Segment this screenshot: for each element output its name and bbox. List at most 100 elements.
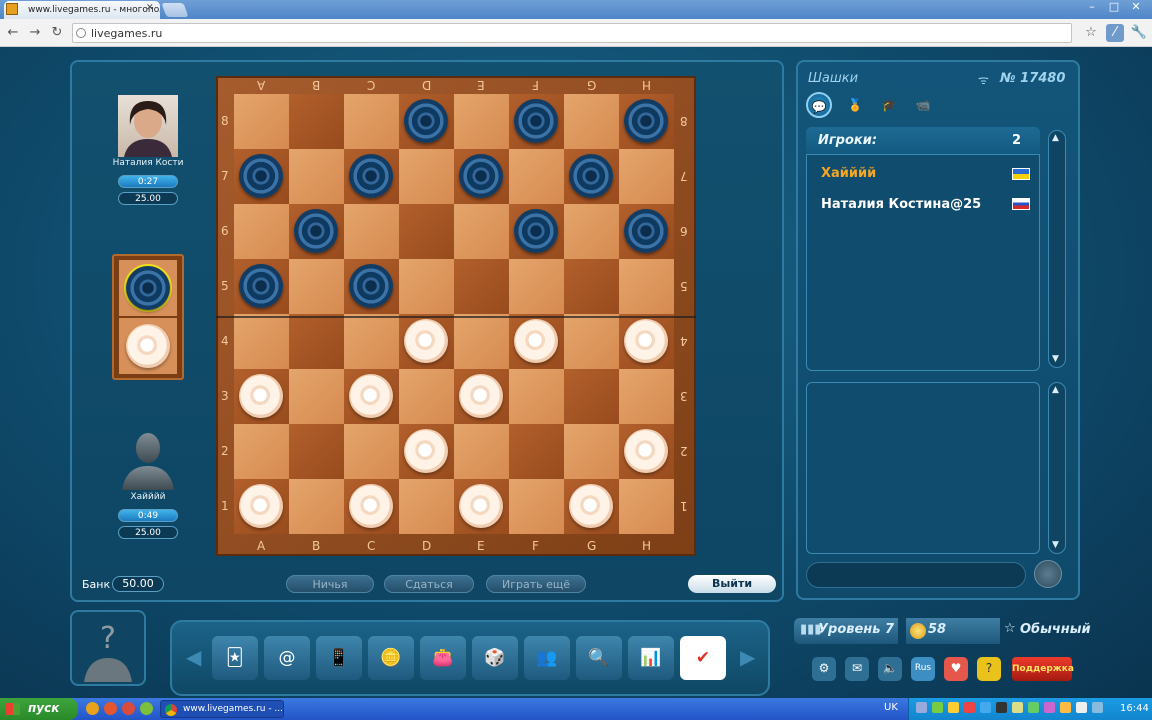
board-square-A4[interactable] bbox=[234, 314, 289, 369]
settings-icon[interactable]: ⚙ bbox=[812, 657, 836, 681]
board-square-G6[interactable] bbox=[564, 204, 619, 259]
board-square-C8[interactable] bbox=[344, 94, 399, 149]
my-avatar[interactable] bbox=[118, 428, 178, 490]
board-square-D3[interactable] bbox=[399, 369, 454, 424]
poker-icon[interactable]: 🃏 bbox=[212, 636, 258, 680]
board-square-B5[interactable] bbox=[289, 259, 344, 314]
language-button[interactable]: Rus bbox=[911, 657, 935, 681]
white-checker-H2[interactable] bbox=[624, 429, 668, 473]
white-checker-C1[interactable] bbox=[349, 484, 393, 528]
friends-icon[interactable]: 👥 bbox=[524, 636, 570, 680]
new-tab-button[interactable] bbox=[161, 3, 189, 17]
tray-icon-3[interactable] bbox=[948, 702, 959, 713]
quicklaunch-icon-3[interactable] bbox=[122, 702, 135, 715]
board-square-B4[interactable] bbox=[289, 314, 344, 369]
tray-icon-7[interactable] bbox=[1012, 702, 1023, 713]
reload-button[interactable]: ↻ bbox=[48, 24, 66, 42]
blue-checker-H8[interactable] bbox=[624, 99, 668, 143]
board-square-E2[interactable] bbox=[454, 424, 509, 479]
tray-icon-1[interactable] bbox=[916, 702, 927, 713]
address-bar[interactable]: livegames.ru bbox=[72, 23, 1072, 43]
board-square-E6[interactable] bbox=[454, 204, 509, 259]
board-square-H1[interactable] bbox=[619, 479, 674, 534]
blue-checker-C7[interactable] bbox=[349, 154, 393, 198]
heart-icon[interactable]: ♥ bbox=[944, 657, 968, 681]
board-square-B7[interactable] bbox=[289, 149, 344, 204]
extension-icon[interactable]: ⁄ bbox=[1106, 24, 1124, 42]
tab-close-icon[interactable]: ✕ bbox=[146, 3, 1147, 13]
sound-icon[interactable]: 🔈 bbox=[878, 657, 902, 681]
quicklaunch-icon-1[interactable] bbox=[86, 702, 99, 715]
dock-prev-icon[interactable]: ◀ bbox=[186, 645, 201, 669]
mail-icon[interactable]: ✉ bbox=[845, 657, 869, 681]
tray-icon-11[interactable] bbox=[1076, 702, 1087, 713]
board-square-C4[interactable] bbox=[344, 314, 399, 369]
taskbar-chrome-item[interactable]: www.livegames.ru - ... bbox=[160, 700, 284, 718]
chat-scrollbar[interactable] bbox=[1048, 382, 1066, 554]
blue-checker-A7[interactable] bbox=[239, 154, 283, 198]
board-square-F7[interactable] bbox=[509, 149, 564, 204]
white-checker-D2[interactable] bbox=[404, 429, 448, 473]
white-checker-H4[interactable] bbox=[624, 319, 668, 363]
board-square-G4[interactable] bbox=[564, 314, 619, 369]
board-square-H5[interactable] bbox=[619, 259, 674, 314]
blue-checker-H6[interactable] bbox=[624, 209, 668, 253]
board-square-G2[interactable] bbox=[564, 424, 619, 479]
board-square-D5[interactable] bbox=[399, 259, 454, 314]
tray-icon-2[interactable] bbox=[932, 702, 943, 713]
blue-checker-C5[interactable] bbox=[349, 264, 393, 308]
star-icon[interactable]: ☆ bbox=[1082, 24, 1100, 42]
games-icon[interactable]: 🎲 bbox=[472, 636, 518, 680]
quicklaunch-icon-2[interactable] bbox=[104, 702, 117, 715]
board-square-D7[interactable] bbox=[399, 149, 454, 204]
phone-1000-icon[interactable]: 📱 bbox=[316, 636, 362, 680]
chat-input[interactable] bbox=[806, 562, 1026, 588]
board-square-G3[interactable] bbox=[564, 369, 619, 424]
vote-icon[interactable]: ✔ bbox=[680, 636, 726, 680]
send-button[interactable] bbox=[1034, 560, 1062, 588]
player-item[interactable]: Хайййй bbox=[821, 166, 876, 181]
board-square-D1[interactable] bbox=[399, 479, 454, 534]
board-grid[interactable] bbox=[234, 94, 674, 534]
white-checker-C3[interactable] bbox=[349, 374, 393, 418]
wrench-icon[interactable]: 🔧 bbox=[1130, 24, 1148, 42]
search-icon[interactable]: 🔍 bbox=[576, 636, 622, 680]
board-square-D6[interactable] bbox=[399, 204, 454, 259]
board-square-C2[interactable] bbox=[344, 424, 399, 479]
chat-tab[interactable]: 💬 bbox=[806, 92, 832, 118]
board-square-E8[interactable] bbox=[454, 94, 509, 149]
tray-icon-5[interactable] bbox=[980, 702, 991, 713]
board-square-C6[interactable] bbox=[344, 204, 399, 259]
scroll-down-icon[interactable]: ▼ bbox=[1052, 354, 1059, 364]
tray-icon-10[interactable] bbox=[1060, 702, 1071, 713]
white-checker-G1[interactable] bbox=[569, 484, 613, 528]
resign-button[interactable]: Сдаться bbox=[384, 575, 474, 593]
close-window-button[interactable]: ✕ bbox=[1126, 0, 1146, 14]
white-checker-E1[interactable] bbox=[459, 484, 503, 528]
white-checker-F4[interactable] bbox=[514, 319, 558, 363]
board-square-A6[interactable] bbox=[234, 204, 289, 259]
wallet-icon[interactable]: 👛 bbox=[420, 636, 466, 680]
help-icon[interactable]: ? bbox=[977, 657, 1001, 681]
quicklaunch-icon-4[interactable] bbox=[140, 702, 153, 715]
tray-icon-12[interactable] bbox=[1092, 702, 1103, 713]
chat-log[interactable] bbox=[806, 382, 1040, 554]
dock-next-icon[interactable]: ▶ bbox=[740, 645, 755, 669]
blue-checker-A5[interactable] bbox=[239, 264, 283, 308]
back-button[interactable]: ← bbox=[4, 24, 22, 42]
tray-icon-6[interactable] bbox=[996, 702, 1007, 713]
stats-chart-icon[interactable]: 📊 bbox=[628, 636, 674, 680]
board-square-E5[interactable] bbox=[454, 259, 509, 314]
board-square-B1[interactable] bbox=[289, 479, 344, 534]
board-square-H7[interactable] bbox=[619, 149, 674, 204]
board-square-F2[interactable] bbox=[509, 424, 564, 479]
play-again-button[interactable]: Играть ещё bbox=[486, 575, 586, 593]
board-square-B8[interactable] bbox=[289, 94, 344, 149]
board-square-A8[interactable] bbox=[234, 94, 289, 149]
board-square-F1[interactable] bbox=[509, 479, 564, 534]
medal-tab[interactable]: 🏅 bbox=[842, 92, 868, 118]
tray-icon-9[interactable] bbox=[1044, 702, 1055, 713]
chat-scroll-up-icon[interactable]: ▲ bbox=[1052, 385, 1059, 395]
maximize-button[interactable]: □ bbox=[1104, 0, 1124, 14]
scroll-up-icon[interactable]: ▲ bbox=[1052, 133, 1059, 143]
